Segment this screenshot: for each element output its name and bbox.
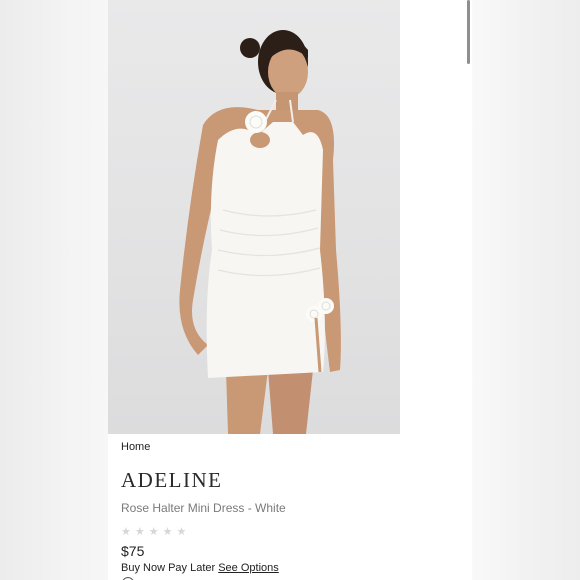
model-illustration [179, 30, 341, 434]
breadcrumb-home[interactable]: Home [121, 441, 150, 453]
see-options-link[interactable]: See Options [218, 562, 279, 574]
scrollbar-thumb[interactable] [467, 0, 470, 64]
blurred-background-right [472, 0, 580, 580]
product-image[interactable] [108, 0, 400, 434]
bnpl-row: Buy Now Pay Later See Options [121, 562, 279, 574]
star-icon: ★ [134, 526, 145, 538]
product-page: Home ADELINE Rose Halter Mini Dress - Wh… [108, 0, 472, 580]
product-price: $75 [121, 543, 145, 559]
star-icon: ★ [162, 526, 173, 538]
blurred-background-left [0, 0, 108, 580]
star-icon: ★ [176, 526, 187, 538]
bnpl-text: Buy Now Pay Later [121, 562, 216, 574]
product-title: ADELINE [121, 468, 223, 492]
screenshot-frame: Home ADELINE Rose Halter Mini Dress - Wh… [0, 0, 580, 580]
product-subtitle: Rose Halter Mini Dress - White [121, 501, 286, 515]
star-icon: ★ [148, 526, 159, 538]
rating-stars[interactable]: ★ ★ ★ ★ ★ [121, 527, 186, 538]
star-icon: ★ [121, 526, 131, 538]
